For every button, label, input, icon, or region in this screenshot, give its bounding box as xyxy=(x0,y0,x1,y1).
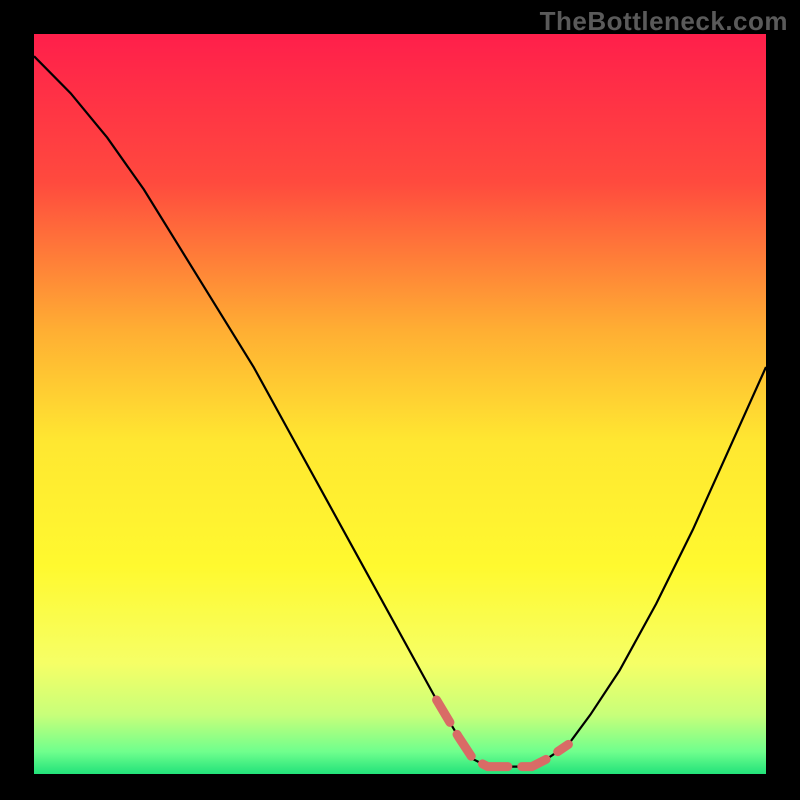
watermark-label: TheBottleneck.com xyxy=(540,6,788,37)
bottleneck-chart xyxy=(0,0,800,800)
plot-background xyxy=(34,34,766,774)
chart-frame: TheBottleneck.com xyxy=(0,0,800,800)
